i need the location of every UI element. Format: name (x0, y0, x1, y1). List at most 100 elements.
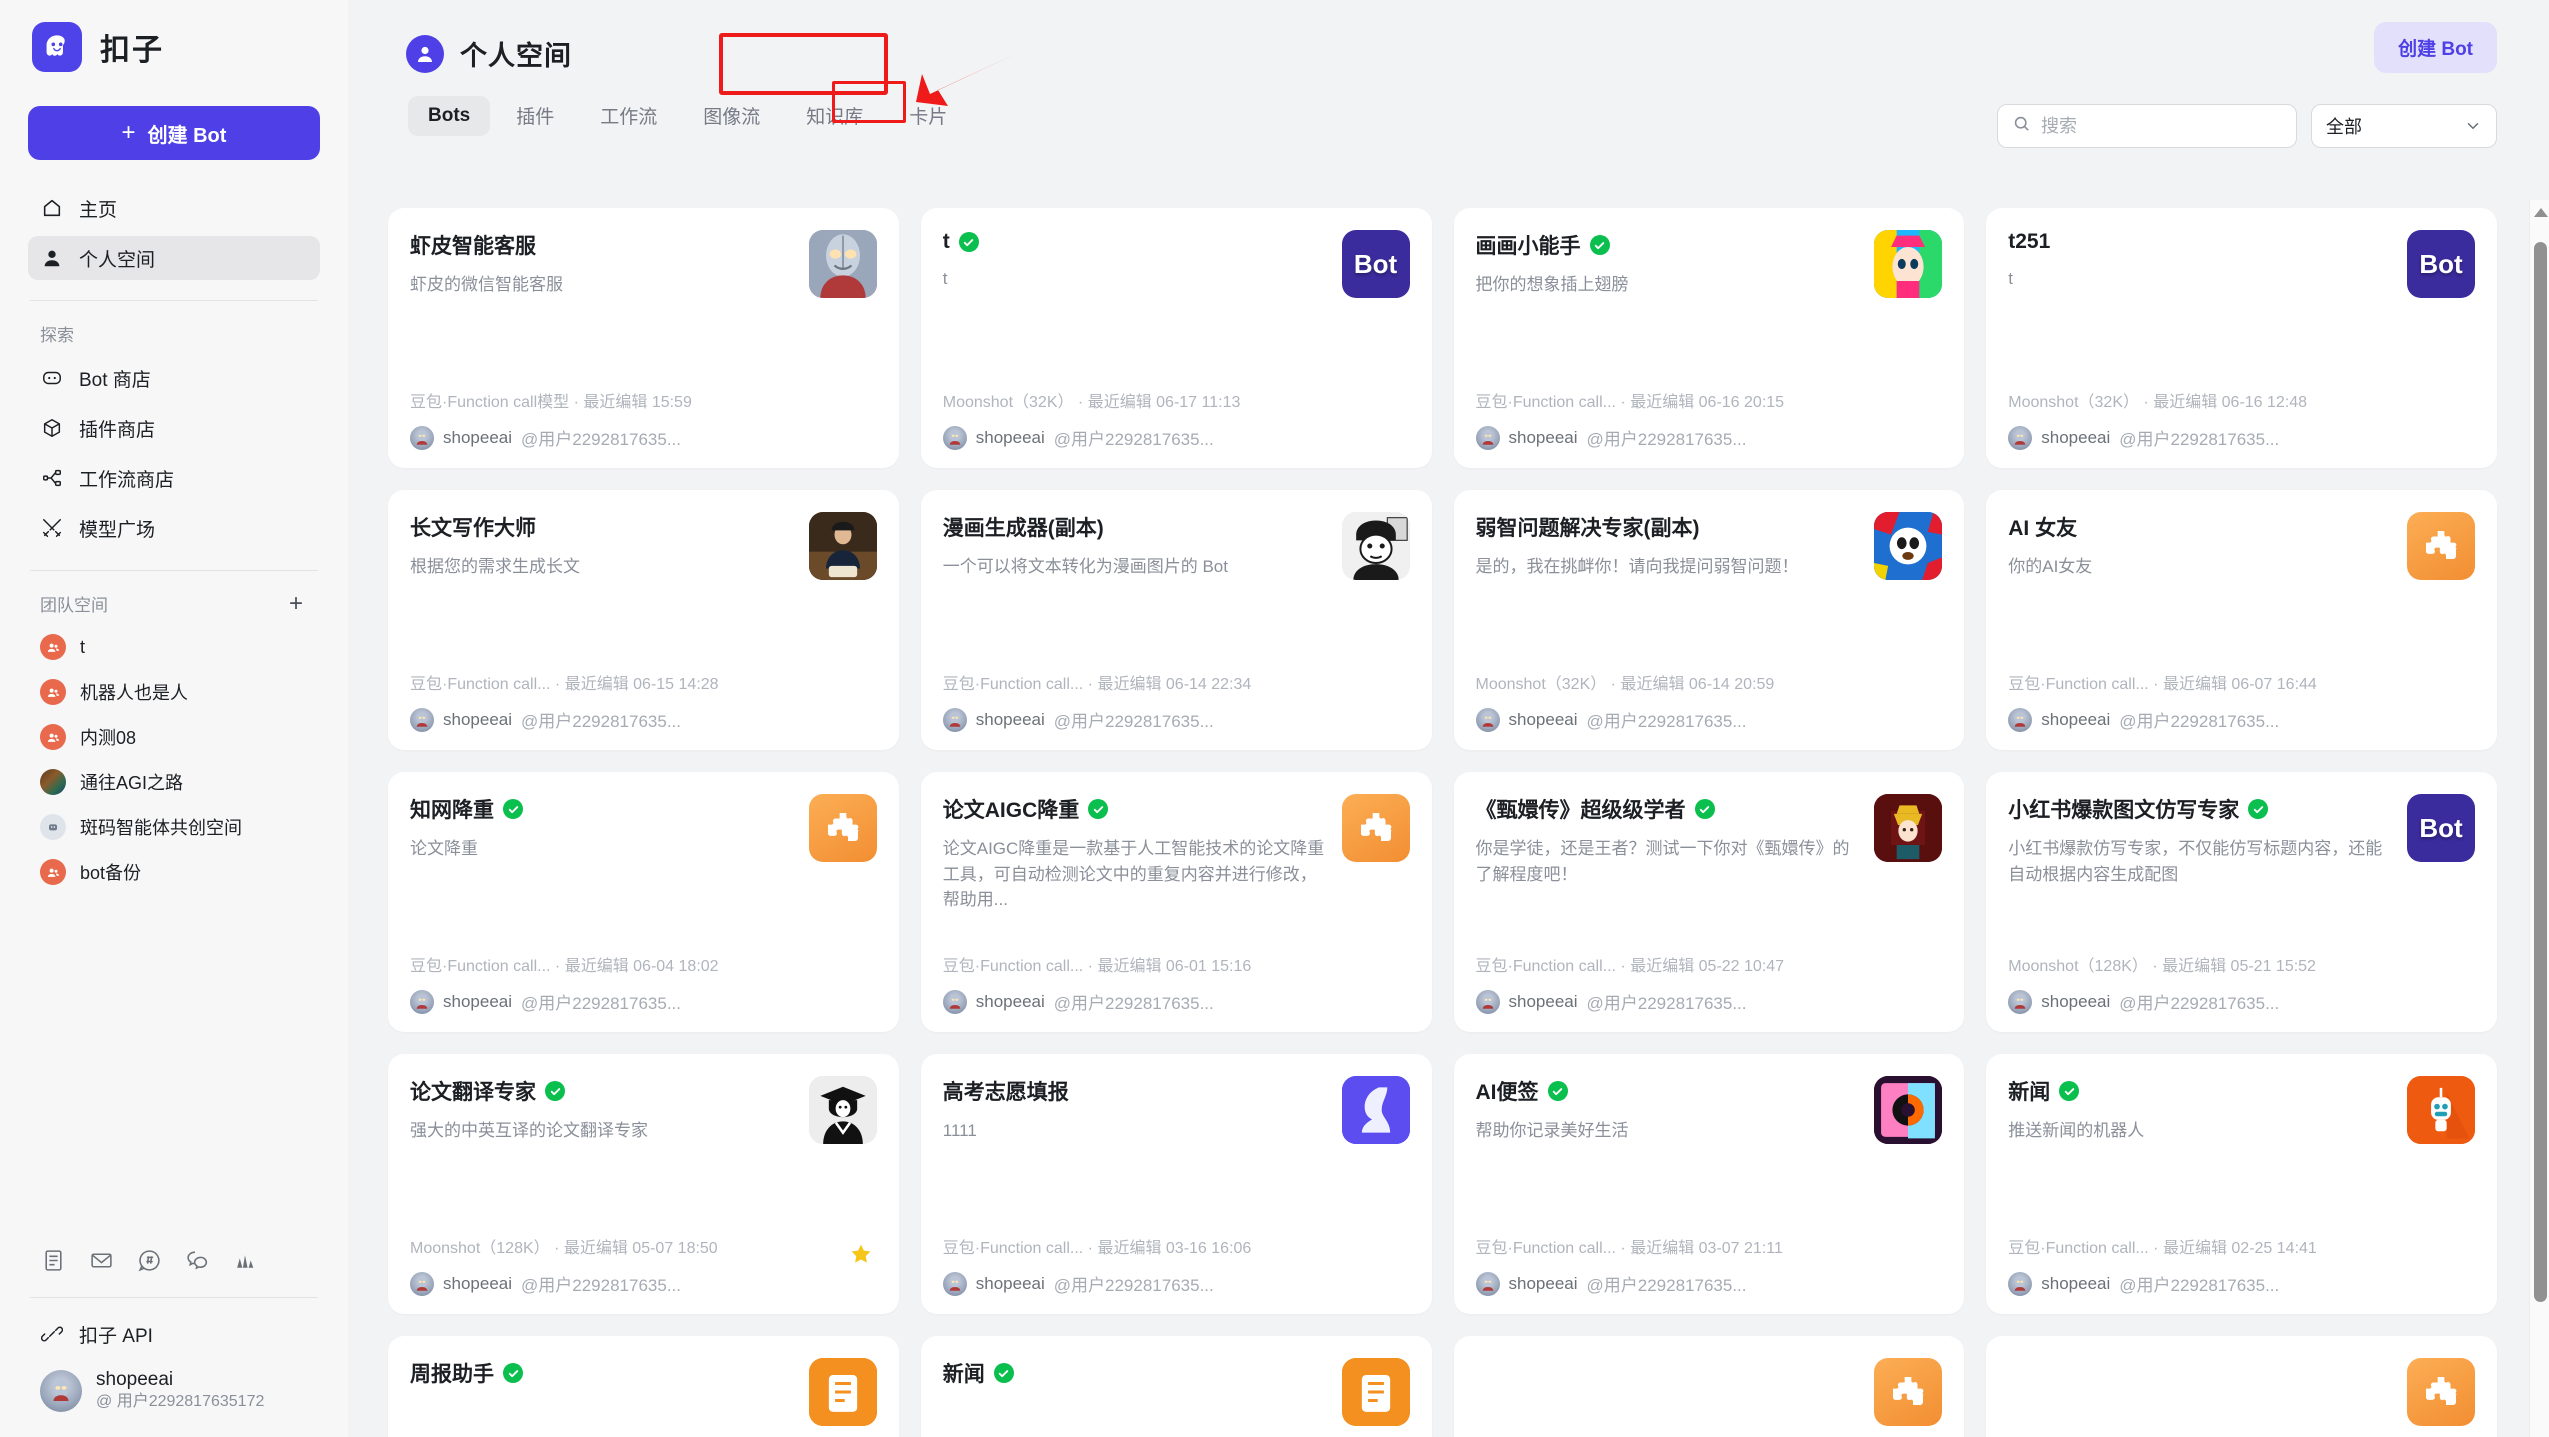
bot-card-meta: 豆包·Function call... · 最近编辑 02-25 14:41 (2008, 1240, 2317, 1257)
bot-card[interactable]: 新闻 (920, 1336, 1432, 1437)
sidebar-item-coze-api[interactable]: 扣子 API (28, 1312, 320, 1356)
bot-card-author-name: shopeeai (443, 1273, 513, 1293)
bot-card-top: 论文翻译专家 强大的中英互译的论文翻译专家 (410, 1076, 877, 1144)
team-space-label: 团队空间 (40, 596, 108, 615)
bot-card-description: t (2008, 269, 2013, 288)
sidebar-divider-1 (30, 300, 318, 301)
sidebar-item-model-square[interactable]: 模型广场 (28, 506, 320, 550)
bot-card-top (1476, 1358, 1943, 1426)
bot-card-title-row: 知网降重 (410, 794, 795, 824)
bot-store-icon (40, 366, 64, 390)
team-avatar-icon (40, 724, 66, 750)
sidebar-item-plugin-store[interactable]: 插件商店 (28, 406, 320, 450)
bot-card-author-name: shopeeai (1508, 1273, 1578, 1293)
bot-card-top: 论文AIGC降重 论文AIGC降重是一款基于人工智能技术的论文降重工具，可自动检测… (943, 794, 1410, 913)
plus-icon: + (121, 119, 136, 146)
create-bot-button[interactable]: + 创建 Bot (28, 106, 320, 160)
bot-card[interactable]: 《甄嬛传》超级级学者 你是学徒，还是王者？测试一下你对《甄嬛传》的了解程度吧！ 豆包… (1453, 772, 1965, 1032)
team-item-road-to-agi[interactable]: 通往AGI之路 (28, 761, 320, 803)
team-item-banma-cocreation[interactable]: 斑码智能体共创空间 (28, 806, 320, 848)
search-box[interactable] (1997, 104, 2297, 148)
tab-workflows[interactable]: 工作流 (580, 93, 677, 138)
bot-card[interactable]: AI 女友 你的AI女友 豆包·Function call... · 最近编辑 06… (1986, 490, 2497, 750)
bot-card[interactable]: 弱智问题解决专家(副本) 是的，我在挑衅你！请向我提问弱智问题！ Moonshot（… (1453, 490, 1965, 750)
sidebar-item-home[interactable]: 主页 (28, 186, 320, 230)
search-input[interactable] (2041, 115, 2282, 137)
team-avatar-icon (40, 634, 66, 660)
bot-card[interactable]: 漫画生成器(副本) 一个可以将文本转化为漫画图片的 Bot 豆包·Function … (920, 490, 1432, 750)
team-item-bot-backup[interactable]: bot备份 (28, 851, 320, 893)
tab-knowledge-base[interactable]: 知识库 (786, 93, 883, 138)
wechat-icon[interactable] (184, 1247, 210, 1273)
bot-card[interactable]: 周报助手 (388, 1336, 899, 1437)
bot-card-author-name: shopeeai (2041, 1273, 2111, 1293)
team-item-t[interactable]: t (28, 626, 320, 668)
sidebar-item-bot-store[interactable]: Bot 商店 (28, 356, 320, 400)
bot-card[interactable]: 小红书爆款图文仿写专家 小红书爆款仿写专家，不仅能仿写标题内容，还能自动根据内容生… (1986, 772, 2497, 1032)
bot-card-description: 把你的想象插上翅膀 (1475, 275, 1629, 294)
bot-card[interactable] (1986, 1336, 2497, 1437)
bot-card-title-row: 画画小能手 (1476, 230, 1861, 260)
bot-card[interactable]: t t Bot Moonshot（32K） · 最近编辑 06-17 11:13 sho… (920, 208, 1432, 468)
vertical-scrollbar[interactable] (2529, 200, 2549, 1437)
bot-card-author-name: shopeeai (975, 427, 1045, 447)
bot-card[interactable]: 论文翻译专家 强大的中英互译的论文翻译专家 Moonshot（128K） · 最近编… (388, 1054, 899, 1314)
tab-plugins[interactable]: 插件 (496, 93, 574, 138)
bot-card[interactable]: 虾皮智能客服 虾皮的微信智能客服 豆包·Function call模型 · 最近编辑… (388, 208, 899, 468)
hash-chat-icon[interactable] (136, 1247, 162, 1273)
workflow-nodes-icon (40, 466, 64, 490)
bot-card-author-handle: @用户2292817635... (1053, 712, 1214, 731)
bot-card-meta: Moonshot（128K） · 最近编辑 05-07 18:50 (410, 1240, 718, 1257)
bot-card[interactable]: t251 t Bot Moonshot（32K） · 最近编辑 06-16 12:48… (1986, 208, 2497, 468)
bot-card[interactable]: AI便签 帮助你记录美好生活 豆包·Function call... · 最近编辑 … (1453, 1054, 1965, 1314)
favorite-star-icon[interactable] (849, 1242, 873, 1266)
document-icon[interactable] (40, 1247, 66, 1273)
mail-icon[interactable] (88, 1247, 114, 1273)
sidebar-item-coze-api-label: 扣子 API (79, 1325, 153, 1347)
feishu-icon[interactable] (232, 1247, 258, 1273)
bot-card-description: 虾皮的微信智能客服 (410, 275, 563, 294)
scrollbar-thumb[interactable] (2534, 242, 2547, 1302)
bot-card-title: 长文写作大师 (410, 517, 536, 540)
sidebar-user-profile[interactable]: shopeeai @ 用户2292817635172 (28, 1362, 320, 1437)
bot-card-description: 1111 (942, 1121, 977, 1140)
bot-card-title: AI便签 (1475, 1081, 1539, 1104)
bot-card[interactable]: 论文AIGC降重 论文AIGC降重是一款基于人工智能技术的论文降重工具，可自动检测… (920, 772, 1432, 1032)
bot-card-author: shopeeai @用户2292817635... (1475, 425, 1943, 450)
bot-card-author: shopeeai @用户2292817635... (1475, 1271, 1943, 1296)
sidebar-item-personal-space[interactable]: 个人空间 (28, 236, 320, 280)
bot-card-author-handle: @用户2292817635... (2119, 712, 2280, 731)
bot-avatar (808, 1358, 877, 1426)
user-handle: @ 用户2292817635172 (96, 1393, 265, 1411)
bot-card[interactable]: 长文写作大师 根据您的需求生成长文 豆包·Function call... · 最近… (388, 490, 899, 750)
bot-card[interactable]: 知网降重 论文降重 豆包·Function call... · 最近编辑 06-04… (388, 772, 899, 1032)
bot-card[interactable]: 画画小能手 把你的想象插上翅膀 豆包·Function call... · 最近编辑… (1453, 208, 1965, 468)
bot-card-bottom: 豆包·Function call... · 最近编辑 06-14 22:34 sh… (942, 670, 1410, 732)
tab-bots[interactable]: Bots (408, 95, 491, 136)
bot-card-top: 《甄嬛传》超级级学者 你是学徒，还是王者？测试一下你对《甄嬛传》的了解程度吧！ (1476, 794, 1943, 887)
tab-imageflows[interactable]: 图像流 (683, 93, 780, 138)
sidebar-item-workflow-store[interactable]: 工作流商店 (28, 456, 320, 500)
bot-card[interactable]: 高考志愿填报 1111 豆包·Function call... · 最近编辑 03-… (920, 1054, 1432, 1314)
bot-card-text (1476, 1358, 1861, 1426)
add-team-space-button[interactable]: + (284, 591, 308, 616)
bot-card-text: 论文AIGC降重 论文AIGC降重是一款基于人工智能技术的论文降重工具，可自动检测… (943, 794, 1328, 913)
create-bot-top-button[interactable]: 创建 Bot (2374, 22, 2497, 73)
bot-card-meta: 豆包·Function call... · 最近编辑 06-14 22:34 (942, 676, 1252, 693)
bot-card-text: 周报助手 (410, 1358, 795, 1426)
team-item-label: bot备份 (80, 863, 142, 883)
bot-avatar (1874, 1358, 1943, 1426)
team-item-robots-are-people[interactable]: 机器人也是人 (28, 671, 320, 713)
bot-card-author: shopeeai @用户2292817635... (1475, 707, 1943, 732)
bot-card[interactable]: 新闻 推送新闻的机器人豆包·Function call... · 最近编辑 02-… (1986, 1054, 2497, 1314)
filter-select[interactable]: 全部 (2311, 104, 2497, 148)
team-item-beta-08[interactable]: 内测08 (28, 716, 320, 758)
tab-cards[interactable]: 卡片 (889, 93, 967, 138)
bot-card[interactable] (1453, 1336, 1965, 1437)
bot-card-top: 新闻 推送新闻的机器人 (2008, 1076, 2475, 1144)
team-avatar-icon (40, 769, 66, 795)
scroll-up-arrow-icon[interactable] (2534, 208, 2548, 217)
bot-card-title-row: 论文AIGC降重 (943, 794, 1328, 824)
bot-card-bottom: Moonshot（128K） · 最近编辑 05-21 15:52 shopeea… (2008, 952, 2475, 1014)
bot-card-author: shopeeai @用户2292817635... (410, 1271, 877, 1296)
